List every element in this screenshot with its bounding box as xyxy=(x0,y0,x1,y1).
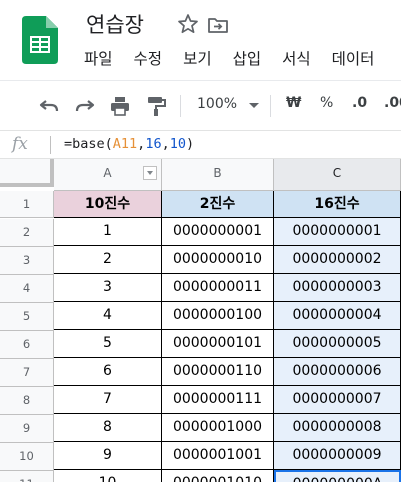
document-title[interactable]: 연습장 xyxy=(86,9,144,39)
app-header: 연습장 파일 수정 보기 삽입 서식 데이터 xyxy=(0,0,401,80)
table-cell[interactable]: 5 xyxy=(54,330,162,358)
row-header-11[interactable]: 11 xyxy=(0,471,54,482)
table-cell[interactable]: 0000000001 xyxy=(162,218,274,246)
row-header-8[interactable]: 8 xyxy=(0,387,54,415)
table-cell[interactable]: 0000000006 xyxy=(274,358,401,386)
header-cell[interactable]: 16진수 xyxy=(274,191,401,218)
column-header-c[interactable]: C xyxy=(274,159,401,191)
table-cell[interactable]: 0000000110 xyxy=(162,358,274,386)
undo-icon[interactable] xyxy=(38,95,60,117)
table-cell[interactable]: 9 xyxy=(54,442,162,470)
paint-format-icon[interactable] xyxy=(145,95,167,117)
filter-dropdown-icon[interactable] xyxy=(143,166,157,180)
table-cell[interactable]: 0000000009 xyxy=(274,442,401,470)
star-icon[interactable] xyxy=(176,12,200,36)
table-cell[interactable]: 0000000003 xyxy=(274,274,401,302)
table-cell[interactable]: 0000001001 xyxy=(162,442,274,470)
row-header-9[interactable]: 9 xyxy=(0,415,54,443)
table-cell[interactable]: 4 xyxy=(54,302,162,330)
table-cell[interactable]: 0000000008 xyxy=(274,414,401,442)
table-cell[interactable]: 2 xyxy=(54,246,162,274)
redo-icon[interactable] xyxy=(74,95,96,117)
formula-bar: fx =base(A11,16,10) xyxy=(0,130,401,159)
table-cell[interactable]: 6 xyxy=(54,358,162,386)
row-header-10[interactable]: 10 xyxy=(0,443,54,471)
table-cell[interactable]: 3 xyxy=(54,274,162,302)
menu-format[interactable]: 서식 xyxy=(282,47,311,69)
column-header-a[interactable]: A xyxy=(54,159,162,191)
table-cell[interactable]: 0000001010 xyxy=(162,470,274,482)
table-cell[interactable]: 0000000007 xyxy=(274,386,401,414)
row-header-4[interactable]: 4 xyxy=(0,275,54,303)
menu-file[interactable]: 파일 xyxy=(84,47,113,69)
table-cell[interactable]: 0000000004 xyxy=(274,302,401,330)
formula-cell-reference: A11 xyxy=(112,136,138,152)
table-cell[interactable]: 10 xyxy=(54,470,162,482)
toolbar-divider xyxy=(270,95,271,117)
active-cell[interactable]: 000000000A xyxy=(274,470,401,482)
chevron-down-icon[interactable] xyxy=(249,103,259,108)
row-header-6[interactable]: 6 xyxy=(0,331,54,359)
formula-prefix: =base( xyxy=(64,136,113,152)
table-cell[interactable]: 0000000100 xyxy=(162,302,274,330)
formula-suffix: ) xyxy=(185,136,195,152)
table-cell[interactable]: 8 xyxy=(54,414,162,442)
percent-format-button[interactable]: % xyxy=(320,95,333,111)
fx-icon: fx xyxy=(12,134,28,154)
table-cell[interactable]: 0000000011 xyxy=(162,274,274,302)
toolbar-divider xyxy=(180,95,181,117)
row-header-2[interactable]: 2 xyxy=(0,219,54,247)
menu-bar: 파일 수정 보기 삽입 서식 데이터 xyxy=(84,47,395,69)
table-cell[interactable]: 1 xyxy=(54,218,162,246)
formula-separator: , xyxy=(161,136,170,152)
menu-edit[interactable]: 수정 xyxy=(134,47,163,69)
table-cell[interactable]: 0000000010 xyxy=(162,246,274,274)
table-cell[interactable]: 0000001000 xyxy=(162,414,274,442)
header-cell[interactable]: 10진수 xyxy=(54,191,162,218)
header-cell[interactable]: 2진수 xyxy=(162,191,274,218)
select-all-corner[interactable] xyxy=(0,159,54,187)
menu-data[interactable]: 데이터 xyxy=(332,47,375,69)
sheets-logo-icon[interactable] xyxy=(22,16,58,64)
table-cell[interactable]: 7 xyxy=(54,386,162,414)
zoom-select[interactable]: 100% xyxy=(197,96,237,112)
formula-argument: 16 xyxy=(145,136,162,152)
row-header-3[interactable]: 3 xyxy=(0,247,54,275)
formula-bar-divider xyxy=(50,136,51,154)
row-header-1[interactable]: 1 xyxy=(0,191,54,218)
table-cell[interactable]: 0000000001 xyxy=(274,218,401,246)
menu-insert[interactable]: 삽입 xyxy=(233,47,262,69)
row-header-5[interactable]: 5 xyxy=(0,303,54,331)
table-cell[interactable]: 0000000101 xyxy=(162,330,274,358)
decrease-decimal-button[interactable]: .0 xyxy=(352,95,367,111)
column-header-b[interactable]: B xyxy=(162,159,274,191)
table-cell[interactable]: 0000000005 xyxy=(274,330,401,358)
table-cell[interactable]: 0000000002 xyxy=(274,246,401,274)
move-to-folder-icon[interactable] xyxy=(207,14,229,36)
formula-argument: 10 xyxy=(169,136,186,152)
table-cell[interactable]: 0000000111 xyxy=(162,386,274,414)
toolbar: 100% ₩ % .0 .00 xyxy=(0,80,401,130)
menu-view[interactable]: 보기 xyxy=(183,47,212,69)
formula-input[interactable]: =base(A11,16,10) xyxy=(64,136,194,152)
print-icon[interactable] xyxy=(109,95,131,117)
increase-decimal-button[interactable]: .00 xyxy=(384,95,401,111)
currency-format-button[interactable]: ₩ xyxy=(286,95,301,111)
row-header-7[interactable]: 7 xyxy=(0,359,54,387)
